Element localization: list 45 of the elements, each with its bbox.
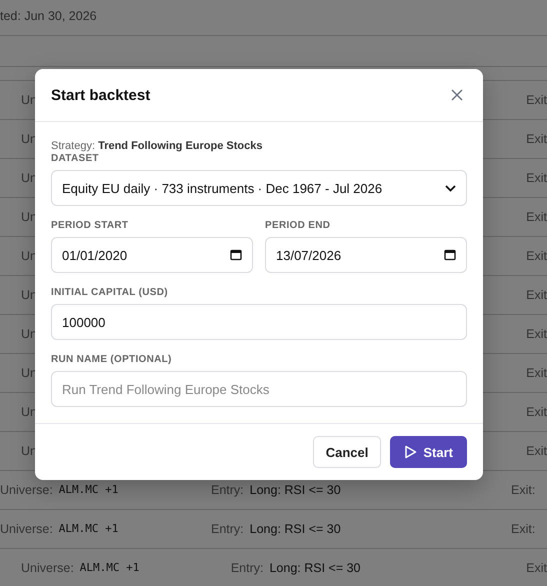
capital-input[interactable]: 100000 — [51, 304, 467, 340]
field-label: PERIOD END — [265, 220, 332, 231]
exit-label: Exit — [526, 327, 547, 341]
universe-value: ALM.MC +1 — [58, 483, 118, 497]
entry-label: Entry: — [211, 522, 244, 536]
exit-label: Exit — [526, 132, 547, 146]
exit-label: Exit — [526, 210, 547, 224]
date-field[interactable]: 01/01/2020 — [51, 237, 253, 273]
dialog-title: Start backtest — [51, 86, 150, 104]
entry-label: Entry: — [230, 561, 264, 575]
universe-value: ALM.MC +1 — [80, 561, 140, 575]
close-icon — [451, 89, 463, 101]
universe-label: Universe: — [21, 561, 74, 575]
exit-label: Exit — [526, 171, 547, 185]
updated-date: ted: Jun 30, 2026 — [0, 8, 97, 22]
field-label: RUN NAME (OPTIONAL) — [51, 354, 173, 365]
field-label: INITIAL CAPITAL (USD) — [51, 287, 169, 298]
universe-label: Universe: — [0, 483, 53, 497]
entry-value: Long: RSI <= 30 — [269, 561, 361, 575]
exit-label: Exit: — [511, 522, 536, 536]
entry-value: Long: RSI <= 30 — [250, 522, 341, 536]
exit-label: Exit — [526, 288, 547, 302]
universe-label: Universe: — [0, 522, 53, 536]
field-label: PERIOD START — [51, 220, 130, 231]
exit-label: Exit — [526, 561, 547, 575]
chevron-down-icon — [445, 184, 456, 192]
calendar-icon — [230, 249, 242, 261]
field-label: DATASET — [51, 153, 100, 164]
date-field[interactable]: 13/07/2026 — [265, 237, 467, 273]
strategy-text: Strategy: Trend Following Europe Stocks — [51, 140, 264, 152]
cancel-button[interactable]: Cancel — [312, 436, 382, 468]
exit-label: Exit: — [511, 483, 536, 497]
start-button[interactable]: Start — [390, 436, 467, 468]
dataset-select[interactable]: Equity EU daily · 733 instruments · Dec 1967 - Jul 2026 — [51, 170, 467, 206]
calendar-icon — [444, 249, 456, 261]
universe-value: ALM.MC +1 — [58, 522, 118, 536]
exit-label: Exit — [526, 405, 547, 419]
exit-label: Exit — [526, 444, 547, 458]
run-name-input[interactable]: Run Trend Following Europe Stocks — [51, 371, 467, 407]
play-icon — [404, 445, 418, 459]
exit-label: Exit — [526, 249, 547, 263]
entry-value: Long: RSI <= 30 — [250, 483, 341, 497]
exit-label: Exit — [526, 366, 547, 380]
entry-label: Entry: — [211, 483, 244, 497]
exit-label: Exit — [526, 93, 547, 107]
